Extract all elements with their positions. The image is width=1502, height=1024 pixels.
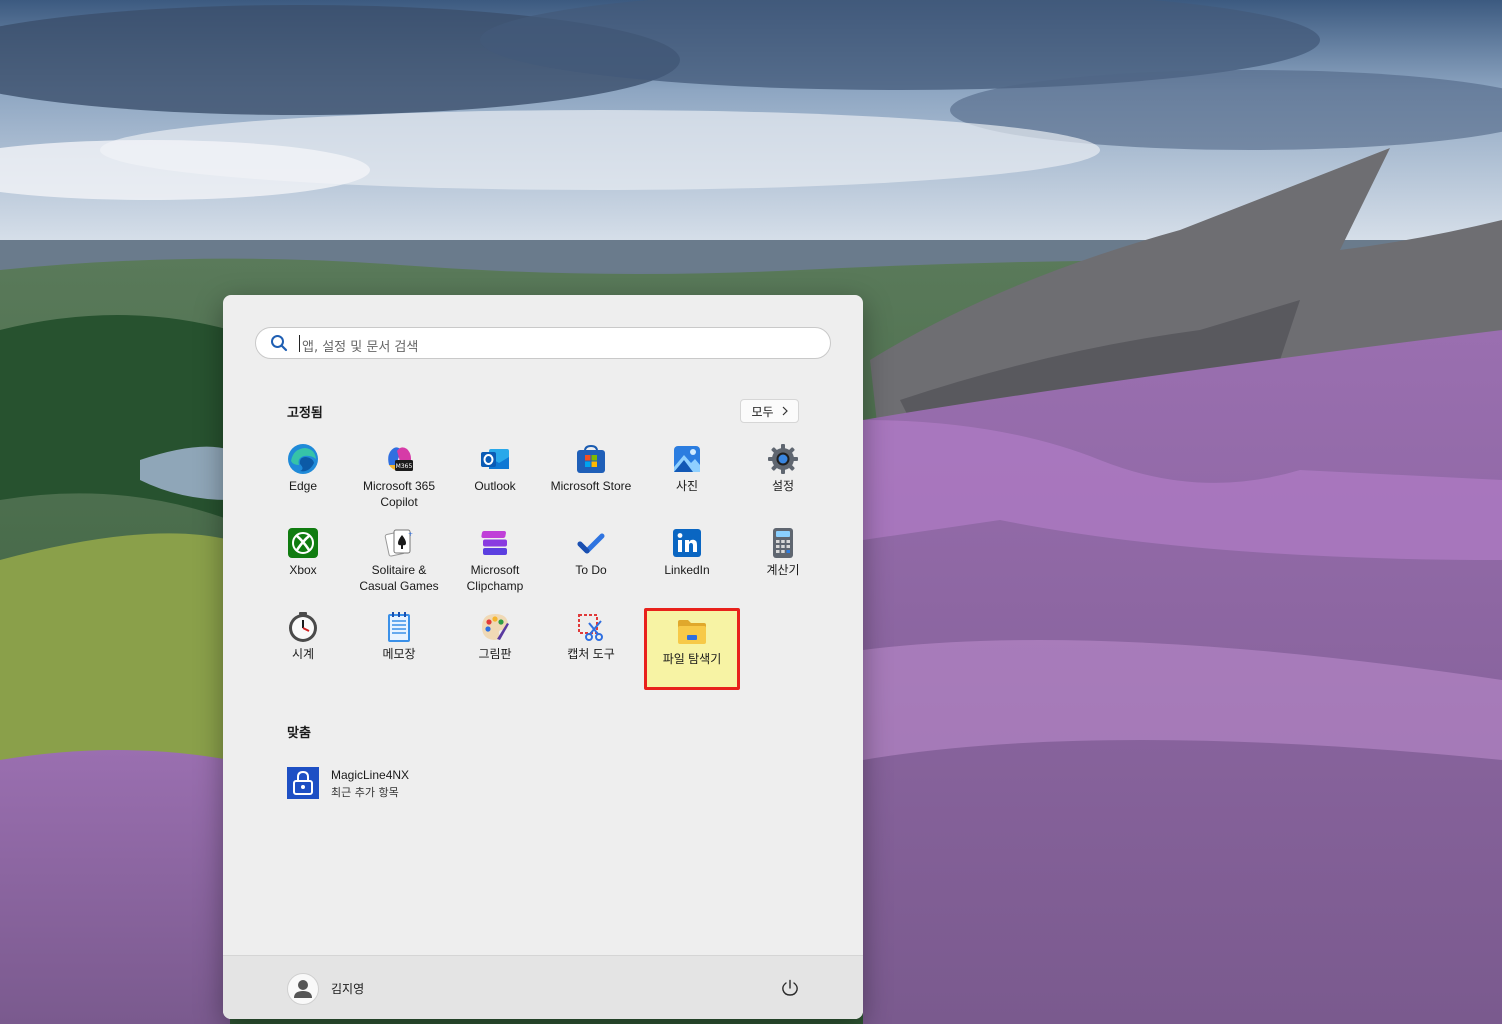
- pinned-app-label: Solitaire & Casual Games: [359, 563, 439, 593]
- pinned-app-m365-copilot[interactable]: M365 Microsoft 365 Copilot: [351, 435, 447, 515]
- clock-icon: [289, 612, 317, 642]
- photos-icon: [674, 446, 700, 472]
- pinned-app-label: 시계: [291, 647, 315, 661]
- svg-text:M365: M365: [396, 463, 413, 470]
- m365-copilot-icon: M365: [388, 447, 413, 471]
- all-apps-button-label: 모두: [751, 404, 774, 419]
- folder-icon: [678, 620, 706, 644]
- pinned-app-snipping-tool[interactable]: 캡처 도구: [543, 603, 639, 683]
- pinned-section-title: 고정됨: [287, 406, 323, 421]
- power-icon[interactable]: [780, 978, 800, 998]
- linkedin-icon: [673, 529, 701, 557]
- pinned-app-solitaire[interactable]: + Solitaire & Casual Games: [351, 519, 447, 599]
- recommended-item-subtitle: 최근 추가 항목: [331, 786, 399, 799]
- pinned-app-label: Outlook: [474, 479, 516, 493]
- pinned-app-notepad[interactable]: 메모장: [351, 603, 447, 683]
- calculator-icon: [773, 528, 793, 558]
- pinned-app-clock[interactable]: 시계: [255, 603, 351, 683]
- edge-icon: [288, 444, 318, 474]
- user-avatar[interactable]: [287, 973, 319, 1005]
- lock-app-icon: [287, 767, 319, 799]
- pinned-app-label: LinkedIn: [664, 563, 710, 577]
- recommended-item-magicline[interactable]: MagicLine4NX 최근 추가 항목: [287, 767, 487, 801]
- pinned-app-store[interactable]: Microsoft Store: [543, 435, 639, 515]
- pinned-app-linkedin[interactable]: LinkedIn: [639, 519, 735, 599]
- svg-text:+: +: [408, 531, 413, 538]
- pinned-app-xbox[interactable]: Xbox: [255, 519, 351, 599]
- recommended-section-title: 맞춤: [287, 726, 311, 741]
- pinned-app-calculator[interactable]: 계산기: [735, 519, 831, 599]
- pinned-app-label: Microsoft Clipchamp: [466, 563, 524, 593]
- pinned-app-file-explorer[interactable]: 파일 탐색기: [644, 608, 740, 690]
- all-apps-button[interactable]: 모두: [740, 399, 799, 423]
- notepad-icon: [388, 612, 410, 642]
- person-icon: [294, 980, 312, 998]
- pinned-app-outlook[interactable]: Outlook: [447, 435, 543, 515]
- text-caret: [299, 335, 300, 352]
- pinned-app-label: Edge: [288, 479, 318, 493]
- gear-icon: [768, 444, 798, 474]
- start-menu: 앱, 설정 및 문서 검색 고정됨 모두 Edge M365 Microsoft…: [223, 295, 863, 1019]
- user-name[interactable]: 김지영: [331, 980, 364, 997]
- pinned-app-edge[interactable]: Edge: [255, 435, 351, 515]
- pinned-app-label: 설정: [771, 479, 795, 493]
- snipping-tool-icon: [578, 614, 603, 641]
- search-placeholder: 앱, 설정 및 문서 검색: [302, 340, 419, 355]
- xbox-icon: [288, 528, 318, 558]
- pinned-app-todo[interactable]: To Do: [543, 519, 639, 599]
- pinned-app-label: 메모장: [382, 647, 416, 661]
- pinned-app-photos[interactable]: 사진: [639, 435, 735, 515]
- store-icon: [577, 444, 605, 473]
- chevron-right-icon: [782, 406, 788, 416]
- search-input[interactable]: 앱, 설정 및 문서 검색: [255, 327, 831, 359]
- start-menu-footer: 김지영: [223, 955, 863, 1019]
- pinned-app-label: Microsoft 365 Copilot: [362, 479, 436, 509]
- pinned-app-label: To Do: [575, 563, 607, 577]
- clipchamp-icon: [481, 531, 507, 555]
- pinned-app-label: 사진: [675, 479, 699, 493]
- todo-check-icon: [577, 533, 605, 554]
- pinned-app-label: Microsoft Store: [550, 479, 632, 493]
- recommended-item-name: MagicLine4NX: [331, 768, 410, 782]
- search-icon: [271, 335, 288, 352]
- pinned-app-settings[interactable]: 설정: [735, 435, 831, 515]
- pinned-app-paint[interactable]: 그림판: [447, 603, 543, 683]
- pinned-app-clipchamp[interactable]: Microsoft Clipchamp: [447, 519, 543, 599]
- pinned-app-label: 계산기: [766, 563, 800, 577]
- pinned-app-label: 파일 탐색기: [662, 652, 722, 666]
- outlook-icon: [481, 449, 509, 469]
- paint-palette-icon: [482, 614, 509, 640]
- pinned-app-label: 캡처 도구: [567, 647, 615, 661]
- pinned-app-label: 그림판: [478, 647, 512, 661]
- pinned-app-label: Xbox: [289, 563, 317, 577]
- solitaire-icon: +: [384, 529, 413, 557]
